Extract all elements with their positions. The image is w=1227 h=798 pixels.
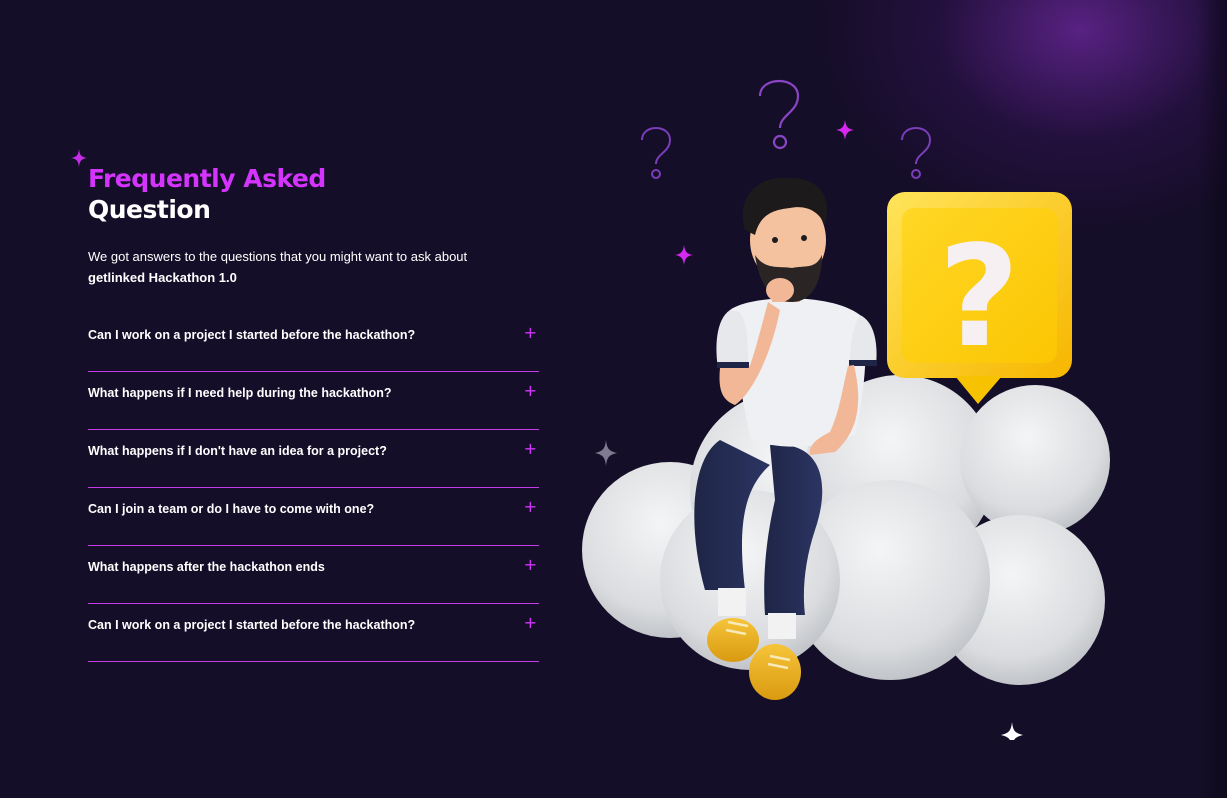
faq-item[interactable]: What happens after the hackathon ends + xyxy=(88,546,539,604)
sparkle-star-icon xyxy=(595,440,617,466)
section-intro: We got answers to the questions that you… xyxy=(88,246,528,288)
faq-item[interactable]: Can I work on a project I started before… xyxy=(88,314,539,372)
faq-question: Can I join a team or do I have to come w… xyxy=(88,502,375,516)
faq-question: What happens if I don't have an idea for… xyxy=(88,444,387,458)
section-title-accent: Frequently Asked xyxy=(88,164,326,193)
faq-question: Can I work on a project I started before… xyxy=(88,618,416,632)
question-mark-outline-icon xyxy=(901,127,932,179)
faq-section: Frequently Asked Question We got answers… xyxy=(0,0,1227,798)
intro-text: We got answers to the questions that you… xyxy=(88,249,468,264)
sparkle-star-icon xyxy=(675,245,693,265)
faq-item[interactable]: Can I work on a project I started before… xyxy=(88,604,539,662)
section-title: Question xyxy=(88,195,211,224)
faq-item[interactable]: What happens if I don't have an idea for… xyxy=(88,430,539,488)
sparkle-star-icon xyxy=(836,120,854,140)
question-mark-outline-icon xyxy=(758,80,800,150)
faq-list: Can I work on a project I started before… xyxy=(88,314,539,662)
question-bubble-icon: ? xyxy=(887,192,1072,404)
expand-plus-icon[interactable]: + xyxy=(524,615,537,631)
thinking-man-illustration: ? xyxy=(582,80,1110,740)
faq-question: What happens if I need help during the h… xyxy=(88,386,392,400)
question-mark-outline-icon xyxy=(641,127,672,179)
faq-item[interactable]: What happens if I need help during the h… xyxy=(88,372,539,430)
sparkle-star-icon xyxy=(71,149,87,167)
expand-plus-icon[interactable]: + xyxy=(524,383,537,399)
intro-event-name: getlinked Hackathon 1.0 xyxy=(88,270,237,285)
expand-plus-icon[interactable]: + xyxy=(524,499,537,515)
expand-plus-icon[interactable]: + xyxy=(524,557,537,573)
bubble-question-glyph: ? xyxy=(938,216,1019,379)
expand-plus-icon[interactable]: + xyxy=(524,325,537,341)
faq-question: What happens after the hackathon ends xyxy=(88,560,325,574)
expand-plus-icon[interactable]: + xyxy=(524,441,537,457)
faq-question: Can I work on a project I started before… xyxy=(88,328,416,342)
page-edge-shadow xyxy=(1197,0,1227,798)
sparkle-star-icon xyxy=(1001,722,1023,740)
faq-item[interactable]: Can I join a team or do I have to come w… xyxy=(88,488,539,546)
